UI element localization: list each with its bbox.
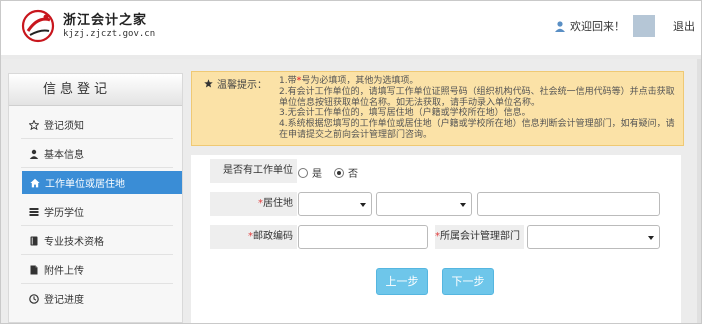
residence-label-text: 居住地 xyxy=(263,198,293,209)
province-select[interactable] xyxy=(298,192,372,216)
notice-text: 1.带*号为必填项，其他为选填项。 2.有会计工作单位的，请填写工作单位证照号码… xyxy=(279,76,675,141)
sidebar-item-education[interactable]: 学历学位 xyxy=(21,200,176,223)
divider xyxy=(21,167,173,168)
welcome-text: 欢迎回来！ xyxy=(570,20,625,33)
radio-yes-label[interactable]: 是 xyxy=(312,165,322,180)
site-url: kjzj.zjczt.gov.cn xyxy=(63,29,156,39)
logout-link[interactable]: 退出 xyxy=(673,18,695,34)
notice-line-1: 1.带*号为必填项，其他为选填项。 xyxy=(279,76,675,87)
sidebar-item-label: 专业技术资格 xyxy=(44,237,104,248)
accounting-dept-label: *所属会计管理部门 xyxy=(435,225,524,249)
form-panel: 是否有工作单位 是 否 *居住地 *邮政编码 *所属会计管理部门 上一步 下一步 xyxy=(191,155,681,323)
sidebar-item-employer-residence[interactable]: 工作单位或居住地 xyxy=(22,171,182,194)
clock-icon xyxy=(29,293,39,304)
sidebar-title: 信息登记 xyxy=(9,74,182,106)
divider xyxy=(21,138,173,139)
notice-box: 温馨提示： 1.带*号为必填项，其他为选填项。 2.有会计工作单位的，请填写工作… xyxy=(191,71,684,146)
book-icon xyxy=(30,236,38,245)
sidebar-item-registration-progress[interactable]: 登记进度 xyxy=(21,287,176,310)
header: 浙江会计之家 kjzj.zjczt.gov.cn 欢迎回来！ 退出 xyxy=(1,1,701,55)
postcode-input[interactable] xyxy=(298,225,428,249)
notice-line-2: 2.有会计工作单位的，请填写工作单位证照号码（组织机构代码、社会统一信用代码等）… xyxy=(279,86,675,108)
sidebar-item-basic-info[interactable]: 基本信息 xyxy=(21,142,176,165)
divider xyxy=(21,283,173,284)
address-input[interactable] xyxy=(477,192,660,216)
residence-label: *居住地 xyxy=(210,192,297,216)
sidebar-item-label: 登记进度 xyxy=(44,295,84,306)
sidebar-item-label: 基本信息 xyxy=(44,150,84,161)
notice-line-4: 4.系统根据您填写的工作单位或居住地（户籍或学校所在地）信息判断会计管理部门，如… xyxy=(279,119,675,140)
postcode-label: *邮政编码 xyxy=(210,225,297,249)
user-icon xyxy=(29,149,39,159)
star-outline-icon xyxy=(29,119,39,130)
star-icon xyxy=(204,79,213,88)
sidebar-item-label: 附件上传 xyxy=(44,266,84,277)
avatar[interactable] xyxy=(633,15,655,37)
sidebar-item-attachment-upload[interactable]: 附件上传 xyxy=(21,258,176,281)
site-name: 浙江会计之家 xyxy=(63,13,148,28)
list-icon xyxy=(29,207,39,216)
scrollbar[interactable] xyxy=(697,59,701,323)
site-logo-icon[interactable] xyxy=(19,7,57,45)
accounting-dept-select[interactable] xyxy=(527,225,660,249)
next-step-button[interactable]: 下一步 xyxy=(442,268,494,295)
radio-yes[interactable] xyxy=(298,167,308,178)
radio-no-label[interactable]: 否 xyxy=(348,165,358,180)
notice-label-text: 温馨提示： xyxy=(217,80,267,91)
main-area: 信息登记 登记须知 基本信息 工作单位或居住地 学历学位 专业技术资格 附件上传… xyxy=(1,59,701,323)
sidebar-item-professional-qualification[interactable]: 专业技术资格 xyxy=(21,229,176,252)
notice-line-3: 3.无会计工作单位的，填写居住地（户籍或学校所在地）信息。 xyxy=(279,108,531,119)
user-icon xyxy=(555,21,565,32)
sidebar-item-registration-notice[interactable]: 登记须知 xyxy=(21,113,176,136)
sidebar-item-label: 登记须知 xyxy=(44,121,84,132)
accounting-dept-label-text: 所属会计管理部门 xyxy=(440,231,520,242)
user-area: 欢迎回来！ 退出 xyxy=(554,14,695,38)
home-icon xyxy=(30,178,40,187)
has-employer-label: 是否有工作单位 xyxy=(210,159,297,183)
divider xyxy=(21,225,173,226)
notice-line-1-post: 号为必填项，其他为选填项。 xyxy=(301,76,419,86)
prev-step-button[interactable]: 上一步 xyxy=(376,268,428,295)
sidebar-item-label: 工作单位或居住地 xyxy=(45,179,125,190)
sidebar: 信息登记 登记须知 基本信息 工作单位或居住地 学历学位 专业技术资格 附件上传… xyxy=(8,73,183,323)
notice-line-1-pre: 1.带 xyxy=(279,76,297,86)
notice-label: 温馨提示： xyxy=(204,76,267,91)
sidebar-item-label: 学历学位 xyxy=(44,208,84,219)
radio-no[interactable] xyxy=(334,167,344,178)
postcode-label-text: 邮政编码 xyxy=(253,231,293,242)
divider xyxy=(21,254,173,255)
city-select[interactable] xyxy=(376,192,472,216)
file-icon xyxy=(30,265,38,274)
has-employer-radio-group: 是 否 xyxy=(298,165,358,180)
